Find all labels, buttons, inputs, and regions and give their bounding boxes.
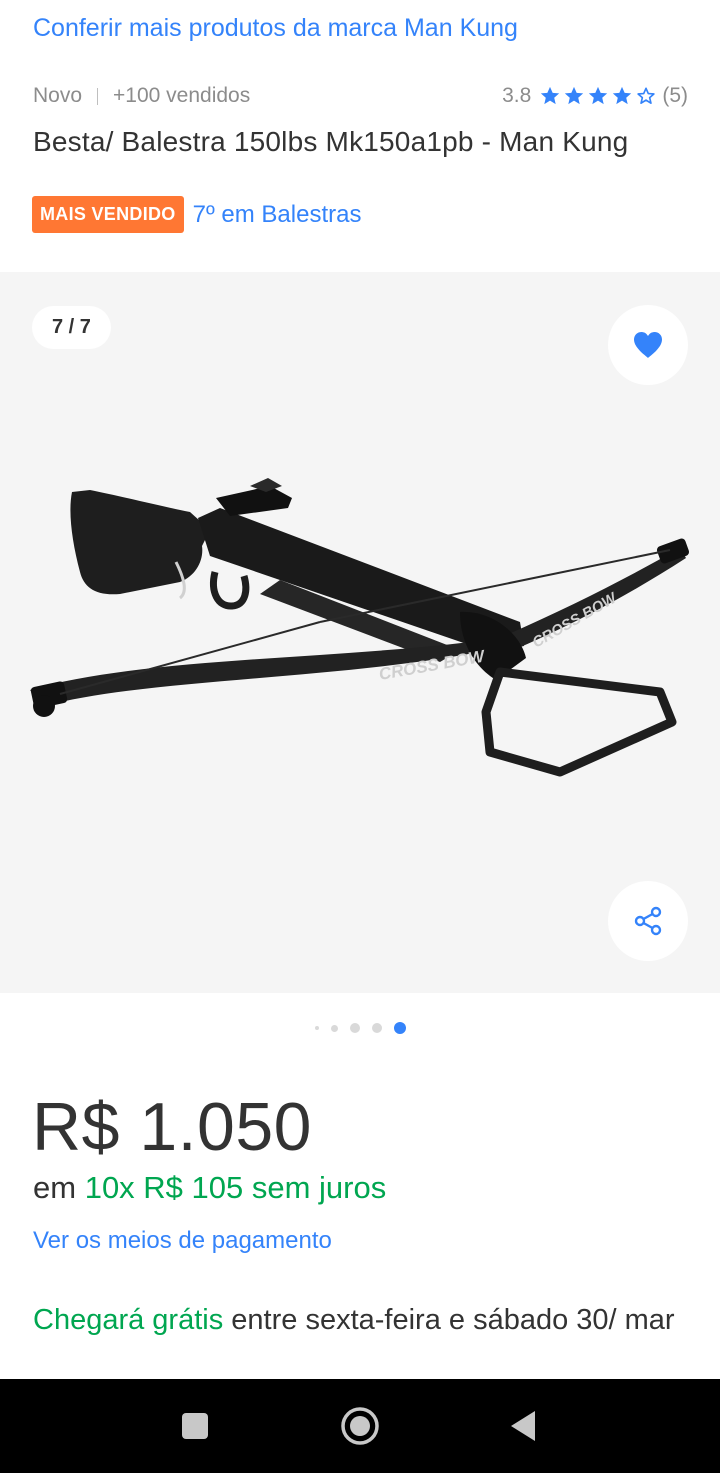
nav-home-button[interactable] xyxy=(335,1401,385,1451)
category-rank-link[interactable]: 7º em Balestras xyxy=(193,201,362,229)
condition-sold: Novo +100 vendidos xyxy=(33,84,250,108)
gallery-dot[interactable] xyxy=(349,1023,360,1033)
gallery-dot-active[interactable] xyxy=(393,1022,406,1034)
nav-recents-button[interactable] xyxy=(170,1401,220,1451)
triangle-back-icon xyxy=(511,1411,535,1441)
rating-count: (5) xyxy=(662,84,688,107)
favorite-button[interactable] xyxy=(608,305,688,385)
star-full-icon xyxy=(541,86,560,105)
best-seller-row: MAIS VENDIDO 7º em Balestras xyxy=(32,196,361,233)
share-button[interactable] xyxy=(608,881,688,961)
star-full-icon xyxy=(589,86,608,105)
crossbow-limb-right xyxy=(490,548,686,654)
crossbow-sight xyxy=(216,486,292,516)
product-gallery[interactable]: 7 / 7 CROSS BOW CROSS BOW xyxy=(0,272,720,993)
product-image[interactable]: CROSS BOW CROSS BOW xyxy=(20,472,700,802)
star-full-icon xyxy=(565,86,584,105)
product-title: Besta/ Balestra 150lbs Mk150a1pb - Man K… xyxy=(33,126,629,157)
rating-summary[interactable]: 3.8 (5) xyxy=(502,84,688,108)
gallery-dot[interactable] xyxy=(371,1023,382,1033)
payment-methods-link[interactable]: Ver os meios de pagamento xyxy=(33,1227,332,1255)
shipping-info: Chegará grátis entre sexta-feira e sábad… xyxy=(33,1302,693,1338)
system-nav-bar xyxy=(0,1379,720,1473)
square-icon xyxy=(182,1413,208,1439)
gallery-dot[interactable] xyxy=(330,1024,338,1032)
best-seller-badge: MAIS VENDIDO xyxy=(32,196,184,233)
rating-value: 3.8 xyxy=(502,84,532,107)
crossbow-stock xyxy=(70,490,210,595)
share-icon xyxy=(634,906,662,936)
brand-products-link[interactable]: Conferir mais produtos da marca Man Kung xyxy=(33,14,518,43)
sold-count: +100 vendidos xyxy=(113,84,251,107)
installments-prefix: em xyxy=(33,1170,77,1205)
gallery-pagination[interactable] xyxy=(0,1022,720,1034)
free-shipping-label: Chegará grátis xyxy=(33,1304,224,1336)
installments-detail: 10x R$ 105 sem juros xyxy=(84,1170,387,1205)
foot-stirrup xyxy=(481,667,677,777)
gallery-dot[interactable] xyxy=(314,1026,319,1030)
product-meta-row: Novo +100 vendidos 3.8 (5) xyxy=(33,80,688,112)
product-price: R$ 1.050 xyxy=(32,1089,312,1165)
star-empty-icon xyxy=(637,87,656,104)
trigger-guard xyxy=(210,571,250,610)
image-counter: 7 / 7 xyxy=(32,306,111,349)
meta-divider xyxy=(97,87,99,105)
condition-label: Novo xyxy=(33,84,83,107)
nav-back-button[interactable] xyxy=(498,1401,548,1451)
limb-cap-left-round xyxy=(33,695,55,717)
heart-icon xyxy=(634,332,662,358)
installments: em 10x R$ 105 sem juros xyxy=(33,1170,386,1206)
shipping-date: entre sexta-feira e sábado 30/ mar xyxy=(231,1304,675,1336)
circle-icon xyxy=(341,1407,379,1445)
star-full-icon xyxy=(613,86,632,105)
rating-stars xyxy=(537,85,657,107)
